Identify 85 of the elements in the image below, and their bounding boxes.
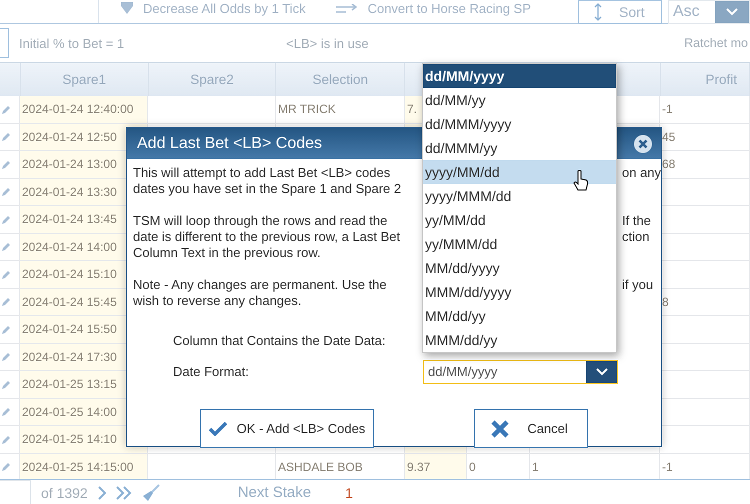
table-cell: 2024-01-25 14:15:00 (22, 460, 134, 474)
dropdown-option[interactable]: MM/dd/yy (423, 304, 616, 328)
pencil-icon[interactable] (2, 380, 11, 389)
date-format-select[interactable]: dd/MM/yyyy (423, 360, 618, 384)
table-cell: 2024-01-24 15:50 (22, 322, 117, 336)
check-icon (208, 422, 227, 436)
table-cell: 2024-01-24 12:50 (22, 130, 117, 144)
dialog-text: on any (622, 165, 662, 181)
dialog-text: Column Text in the previous row. (133, 245, 321, 261)
lb-status-text: <LB> is in use (286, 36, 369, 50)
page-count: of 1392 (41, 484, 88, 500)
close-icon[interactable] (634, 134, 652, 152)
close-icon (491, 420, 510, 438)
dropdown-option[interactable]: dd/MMM/yy (423, 136, 616, 160)
table-cell: 2024-01-25 14:00 (22, 404, 117, 419)
dropdown-option[interactable]: MMM/dd/yyyy (423, 280, 616, 304)
table-cell: 45 (662, 130, 676, 144)
pencil-icon[interactable] (2, 434, 11, 444)
table-cell: 2024-01-25 14:10 (22, 432, 117, 446)
dropdown-option[interactable]: yy/MM/dd (423, 208, 616, 232)
hand-cursor-icon (573, 170, 589, 192)
table-cell: 2024-01-24 14:00 (22, 240, 117, 254)
next-stake-value: 1 (345, 484, 353, 500)
table-cell: 9.37 (407, 460, 430, 474)
dialog-text: if you (622, 277, 654, 293)
ok-button[interactable]: OK - Add <LB> Codes (200, 409, 374, 448)
dialog-title: Add Last Bet <LB> Codes (137, 134, 322, 152)
dialog-text: date is different to the previous row, a Last Bet (133, 229, 400, 245)
table-cell: 2024-01-24 17:30 (22, 350, 117, 364)
dialog-text: wish to reverse any changes. (133, 293, 302, 309)
table-cell: 2024-01-24 15:10 (22, 267, 117, 282)
pencil-icon[interactable] (2, 242, 11, 252)
next-stake-label: Next Stake (238, 484, 312, 501)
dropdown-option[interactable]: yy/MMM/dd (423, 232, 616, 256)
input-field[interactable] (0, 28, 9, 58)
dropdown-option[interactable]: MMM/dd/yy (423, 328, 616, 352)
table-cell: 2024-01-24 13:45 (22, 212, 117, 226)
broom-icon[interactable] (142, 484, 160, 502)
table-cell: 1 (532, 460, 539, 474)
pencil-icon[interactable] (2, 187, 11, 196)
dialog-text: TSM will loop through the rows and read the (133, 213, 388, 229)
table-cell: -1 (662, 102, 673, 116)
table-cell: 2024-01-24 12:40:00 (22, 102, 134, 116)
dialog-text: dates you have set in the Spare 1 and Spare 2 (133, 181, 402, 197)
table-cell: 68 (662, 157, 676, 172)
table-cell: -1 (662, 460, 673, 474)
page-field[interactable] (0, 480, 31, 504)
pencil-icon[interactable] (2, 270, 11, 279)
pencil-icon[interactable] (2, 297, 11, 306)
table-cell: ASHDALE BOB (278, 460, 363, 474)
pencil-icon[interactable] (2, 104, 11, 114)
pencil-icon[interactable] (2, 214, 11, 224)
table-cell: 0 (469, 460, 476, 474)
dropdown-option[interactable]: MM/dd/yyyy (423, 256, 616, 280)
chevron-down-icon (596, 368, 608, 376)
pencil-icon[interactable] (2, 352, 11, 362)
pencil-icon[interactable] (2, 462, 11, 472)
dialog-text: This will attempt to add Last Bet <LB> codes (133, 165, 390, 181)
dropdown-option[interactable]: yyyy/MMM/dd (423, 184, 616, 208)
last-icon[interactable] (116, 486, 132, 500)
cancel-button[interactable]: Cancel (474, 409, 588, 448)
pencil-icon[interactable] (2, 407, 11, 416)
chevron-down-icon (726, 8, 738, 16)
table-cell: 2024-01-24 15:45 (22, 294, 117, 309)
dialog-text: If the (622, 213, 651, 229)
next-icon[interactable] (98, 486, 106, 500)
pencil-icon[interactable] (2, 160, 11, 169)
initial-bet-text: Initial % to Bet = 1 (19, 36, 124, 50)
dialog-text: ction (622, 229, 650, 245)
field-label: Column that Contains the Date Data: (172, 333, 386, 348)
dialog-text: Note - Any changes are permanent. Use the (133, 277, 387, 293)
table-cell: 8 (662, 294, 669, 309)
ratchet-text: Ratchet mo (684, 36, 748, 50)
table-cell: 2024-01-25 13:15 (22, 377, 117, 392)
pencil-icon[interactable] (2, 132, 11, 142)
dropdown-option[interactable]: dd/MM/yy (423, 88, 616, 112)
table-cell: 2024-01-24 13:00 (22, 157, 117, 172)
dropdown-option[interactable]: dd/MMM/yyyy (423, 112, 616, 136)
table-cell: 7. (407, 102, 418, 116)
field-label: Date Format: (172, 364, 250, 379)
table-cell: MR TRICK (278, 102, 336, 116)
pencil-icon[interactable] (2, 324, 11, 334)
dropdown-option[interactable]: dd/MM/yyyy (423, 64, 616, 88)
sort-icon (593, 2, 603, 20)
table-cell: 2024-01-24 13:30 (22, 184, 117, 199)
